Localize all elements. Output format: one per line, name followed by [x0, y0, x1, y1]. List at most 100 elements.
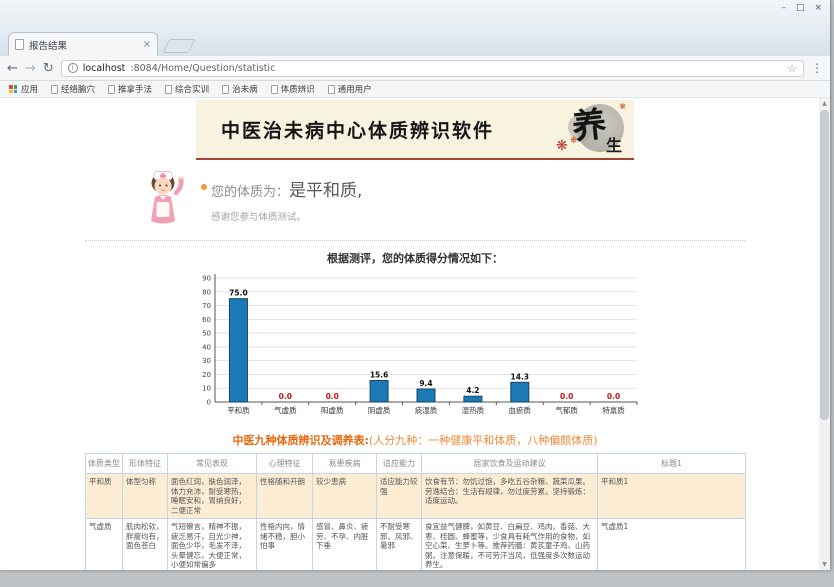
y-tick-label: 90: [202, 275, 211, 283]
result-label: 您的体质为：: [211, 181, 289, 200]
score-bar-chart: 010203040506070809075.0平和质0.0气虚质0.0阳虚质15…: [85, 268, 745, 424]
site-info-icon[interactable]: i: [68, 63, 78, 73]
table-cell: 体型匀称: [123, 474, 168, 519]
x-category-label: 平和质: [227, 405, 250, 415]
table-cell: 平和质: [86, 474, 123, 519]
table-cell: 饮食有节：勿饥过饱，多吃五谷杂粮、蔬菜瓜果。劳逸结合：生活有规律，勿过度劳累。坚…: [422, 474, 598, 519]
bar-value-label: 9.4: [419, 379, 432, 388]
page-icon: [165, 85, 172, 94]
bar: [464, 396, 482, 402]
y-tick-label: 50: [202, 330, 211, 338]
browser-menu-icon[interactable]: ⋮: [811, 61, 823, 75]
column-header: 易患疾病: [313, 454, 377, 474]
table-cell: 气虚质1: [598, 519, 746, 571]
column-header: 标题1: [598, 454, 746, 474]
table-cell: 气短懒言，精神不振，疲乏易汗，目光少神，面色少华，毛发不泽，头晕健忘，大便正常，…: [168, 519, 257, 571]
site-header-banner: 中医治未病中心体质辨识软件 养 生 ❋ ❋ ❋: [196, 100, 634, 160]
x-category-label: 阴虚质: [368, 405, 391, 415]
bar-value-label: 0.0: [326, 392, 339, 401]
forward-button[interactable]: →: [25, 62, 36, 75]
new-tab-button[interactable]: [163, 39, 196, 53]
window-minimize-button[interactable]: –: [781, 3, 786, 13]
result-section: 您的体质为： 是平和质, 感谢您参与体质测试。: [85, 170, 745, 230]
page-scrollbar[interactable]: ▲ ▼: [819, 98, 830, 570]
bookmark-item[interactable]: 体质辨识: [271, 83, 315, 95]
bookmark-item[interactable]: 治未病: [222, 83, 258, 95]
url-path: :8084/Home/Question/statistic: [130, 63, 782, 74]
bookmark-item[interactable]: 通用用户: [328, 83, 372, 95]
scroll-up-icon[interactable]: ▲: [819, 98, 830, 109]
url-host: localhost: [83, 63, 126, 74]
browser-toolbar: ← → ↻ i localhost :8084/Home/Question/st…: [0, 56, 830, 81]
maple-leaf-icon: ❋: [619, 102, 626, 111]
bookmark-star-icon[interactable]: ☆: [787, 62, 797, 75]
column-header: 常见表现: [168, 454, 257, 474]
table-title-main: 中医九种体质辨识及调养表:: [233, 434, 369, 447]
bar-value-label: 14.3: [511, 372, 530, 381]
bar-value-label: 0.0: [560, 392, 573, 401]
table-cell: 平和质1: [598, 474, 746, 519]
yangsheng-seal: 养 生 ❋ ❋ ❋: [550, 100, 628, 158]
bar: [370, 381, 388, 402]
page-icon: [328, 85, 335, 94]
y-tick-label: 30: [202, 357, 211, 365]
bookmark-apps[interactable]: 应用: [9, 83, 38, 95]
bookmark-label: 体质辨识: [281, 83, 315, 95]
column-header: 体质类型: [86, 454, 123, 474]
address-bar[interactable]: i localhost :8084/Home/Question/statisti…: [61, 60, 804, 77]
x-category-label: 湿热质: [462, 405, 485, 415]
x-category-label: 血瘀质: [509, 405, 532, 415]
page-icon: [222, 85, 229, 94]
chart-title: 根据测评，您的体质得分情况如下：: [85, 250, 745, 266]
browser-titlebar: – □ × 报告结果 ×: [0, 0, 830, 56]
page-icon: [271, 85, 278, 94]
bar-value-label: 4.2: [466, 386, 479, 395]
y-tick-label: 60: [202, 316, 211, 324]
refresh-button[interactable]: ↻: [43, 62, 54, 75]
column-header: 心理特征: [257, 454, 313, 474]
y-tick-label: 10: [202, 385, 211, 393]
bullet-icon: [201, 184, 207, 190]
section-divider: [85, 240, 745, 241]
site-title: 中医治未病中心体质辨识软件: [196, 116, 519, 143]
maple-leaf-icon: ❋: [570, 136, 578, 146]
browser-tab[interactable]: 报告结果 ×: [8, 32, 158, 56]
y-tick-label: 40: [202, 343, 211, 351]
table-cell: 较少患病: [313, 474, 377, 519]
y-tick-label: 70: [202, 302, 211, 310]
table-cell: 气虚质: [86, 519, 123, 571]
table-cell: 肌肉松软，胖瘦均有，面色苍白: [123, 519, 168, 571]
table-title: 中医九种体质辨识及调养表:(人分九种：一种健康平和体质，八种偏颇体质): [85, 432, 745, 448]
scrollbar-thumb[interactable]: [820, 110, 829, 420]
nurse-illustration: [141, 170, 191, 230]
bar-value-label: 75.0: [229, 289, 248, 298]
constitution-table: 体质类型形体特征常见表现心理特征易患疾病适应能力居家饮食及运动建议标题1 平和质…: [85, 453, 746, 570]
table-cell: 感冒、鼻炎、疲劳、不孕、内脏下垂: [313, 519, 377, 571]
bookmark-label: 通用用户: [338, 83, 372, 95]
seal-character-sub: 生: [606, 132, 622, 156]
window-controls: – □ ×: [781, 3, 822, 13]
bar-value-label: 0.0: [607, 392, 620, 401]
table-cell: 面色红润，肤色润泽，体力充沛，耐受寒热，睡眠安和，胃纳良好，二便正常: [168, 474, 257, 519]
x-category-label: 特禀质: [602, 405, 625, 415]
browser-window: – □ × 报告结果 × ← → ↻ i localhost :8084/Hom…: [0, 0, 831, 570]
scroll-down-icon[interactable]: ▼: [819, 559, 830, 570]
tab-close-icon[interactable]: ×: [143, 39, 151, 50]
table-cell: 适应能力较强: [377, 474, 422, 519]
table-row: 平和质体型匀称面色红润，肤色润泽，体力充沛，耐受寒热，睡眠安和，胃纳良好，二便正…: [86, 474, 746, 519]
table-header-row: 体质类型形体特征常见表现心理特征易患疾病适应能力居家饮食及运动建议标题1: [86, 454, 746, 474]
column-header: 形体特征: [123, 454, 168, 474]
bookmark-item[interactable]: 综合实训: [165, 83, 209, 95]
bar-value-label: 0.0: [279, 392, 292, 401]
tab-title: 报告结果: [29, 38, 138, 52]
table-title-sub: (人分九种：一种健康平和体质，八种偏颇体质): [369, 434, 598, 447]
apps-label: 应用: [21, 83, 38, 95]
bookmark-item[interactable]: 推拿手法: [108, 83, 152, 95]
table-cell: 性格内向，情绪不稳，胆小怕事: [257, 519, 313, 571]
window-close-button[interactable]: ×: [814, 3, 822, 13]
table-cell: 食宜益气健脾，如黄豆、白扁豆、鸡肉、香菇、大枣、桂圆、蜂蜜等，少食具有耗气作用的…: [422, 519, 598, 571]
window-maximize-button[interactable]: □: [796, 3, 805, 13]
bookmark-item[interactable]: 经络腧穴: [51, 83, 95, 95]
back-button[interactable]: ←: [7, 62, 18, 75]
y-tick-label: 80: [202, 288, 211, 296]
